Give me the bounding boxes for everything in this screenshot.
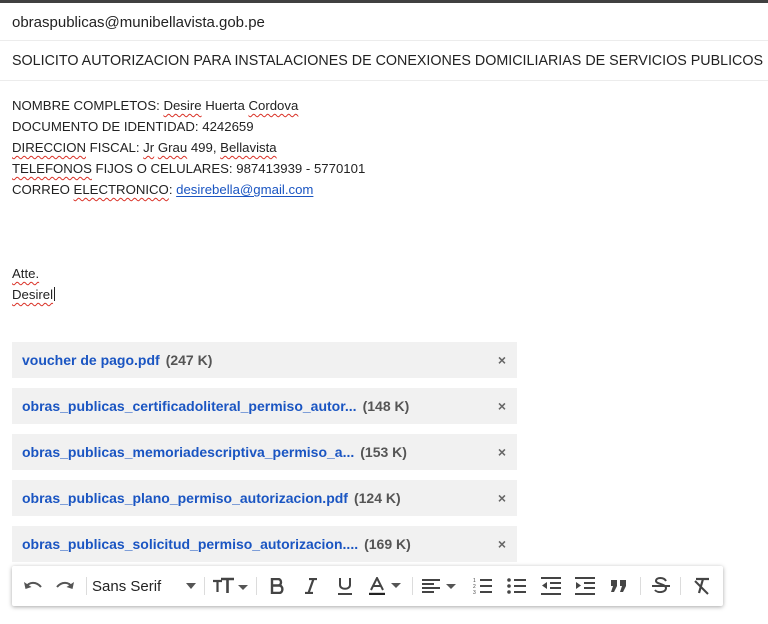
recipient-address[interactable]: obraspublicas@munibellavista.gob.pe bbox=[12, 14, 265, 31]
attachment-name[interactable]: obras_publicas_memoriadescriptiva_permis… bbox=[22, 444, 354, 460]
undo-icon[interactable] bbox=[18, 566, 48, 606]
signature: Atte. Desirel bbox=[12, 263, 56, 305]
redo-icon[interactable] bbox=[50, 566, 80, 606]
font-dropdown[interactable]: Sans Serif bbox=[92, 566, 200, 606]
toolbar-separator bbox=[204, 577, 205, 595]
toolbar-separator bbox=[680, 577, 681, 595]
text-size-icon[interactable] bbox=[208, 566, 252, 606]
toolbar-separator bbox=[640, 577, 641, 595]
attachment-name[interactable]: obras_publicas_certificadoliteral_permis… bbox=[22, 398, 357, 414]
indent-more-icon[interactable] bbox=[570, 566, 600, 606]
bulleted-list-icon[interactable] bbox=[502, 566, 532, 606]
remove-attachment-icon[interactable]: × bbox=[493, 535, 511, 553]
numbered-list-icon[interactable]: 123 bbox=[468, 566, 498, 606]
recipients-field[interactable]: obraspublicas@munibellavista.gob.pe bbox=[0, 3, 768, 41]
attachment-size: (153 K) bbox=[360, 444, 407, 460]
email-link[interactable]: desirebella@gmail.com bbox=[176, 182, 313, 197]
toolbar-separator bbox=[412, 577, 413, 595]
underline-icon[interactable] bbox=[330, 566, 360, 606]
remove-attachment-icon[interactable]: × bbox=[493, 397, 511, 415]
attachment-chip[interactable]: obras_publicas_certificadoliteral_permis… bbox=[12, 388, 517, 424]
attachment-size: (169 K) bbox=[364, 536, 411, 552]
attachment-chip[interactable]: voucher de pago.pdf (247 K) × bbox=[12, 342, 517, 378]
font-name: Sans Serif bbox=[92, 577, 162, 595]
attachment-size: (247 K) bbox=[165, 352, 213, 368]
attachment-size: (124 K) bbox=[353, 490, 401, 506]
svg-text:3: 3 bbox=[473, 590, 476, 595]
body-line-phones: TELEFONOS FIJOS O CELULARES: 987413939 -… bbox=[12, 161, 366, 176]
remove-attachment-icon[interactable]: × bbox=[493, 489, 511, 507]
attachment-chip[interactable]: obras_publicas_plano_permiso_autorizacio… bbox=[12, 480, 517, 516]
text-color-icon[interactable] bbox=[364, 566, 408, 606]
signature-name: Desirel bbox=[12, 287, 56, 302]
body-line-address: DIRECCION FISCAL: Jr Grau 499, Bellavist… bbox=[12, 140, 277, 155]
attachment-name[interactable]: obras_publicas_solicitud_permiso_autoriz… bbox=[22, 536, 358, 552]
subject-field[interactable]: SOLICITO AUTORIZACION PARA INSTALACIONES… bbox=[0, 41, 768, 81]
message-body[interactable]: NOMBRE COMPLETOS: Desire Huerta Cordova … bbox=[12, 95, 365, 200]
text-cursor bbox=[54, 287, 56, 301]
body-line-name: NOMBRE COMPLETOS: Desire Huerta Cordova bbox=[12, 98, 299, 113]
attachment-size: (148 K) bbox=[362, 398, 410, 414]
align-icon[interactable] bbox=[418, 566, 462, 606]
quote-icon[interactable] bbox=[604, 566, 634, 606]
strikethrough-icon[interactable] bbox=[646, 566, 676, 606]
attachment-chip[interactable]: obras_publicas_memoriadescriptiva_permis… bbox=[12, 434, 517, 470]
attachment-name[interactable]: obras_publicas_plano_permiso_autorizacio… bbox=[22, 490, 348, 506]
body-line-id: DOCUMENTO DE IDENTIDAD: 4242659 bbox=[12, 119, 254, 134]
signature-closing: Atte. bbox=[12, 266, 40, 281]
body-line-email: CORREO ELECTRONICO: desirebella@gmail.co… bbox=[12, 182, 314, 197]
formatting-toolbar: Sans Serif 123 bbox=[12, 566, 723, 606]
remove-attachment-icon[interactable]: × bbox=[493, 443, 511, 461]
indent-less-icon[interactable] bbox=[536, 566, 566, 606]
remove-attachment-icon[interactable]: × bbox=[493, 351, 511, 369]
attachment-chip[interactable]: obras_publicas_solicitud_permiso_autoriz… bbox=[12, 526, 517, 562]
attachments-list: voucher de pago.pdf (247 K) × obras_publ… bbox=[12, 342, 517, 572]
bold-icon[interactable] bbox=[262, 566, 292, 606]
italic-icon[interactable] bbox=[296, 566, 326, 606]
chevron-down-icon bbox=[186, 583, 196, 589]
toolbar-separator bbox=[256, 577, 257, 595]
toolbar-separator bbox=[86, 577, 87, 595]
attachment-name[interactable]: voucher de pago.pdf bbox=[22, 352, 160, 368]
remove-formatting-icon[interactable] bbox=[686, 566, 718, 606]
subject-text[interactable]: SOLICITO AUTORIZACION PARA INSTALACIONES… bbox=[12, 53, 763, 69]
